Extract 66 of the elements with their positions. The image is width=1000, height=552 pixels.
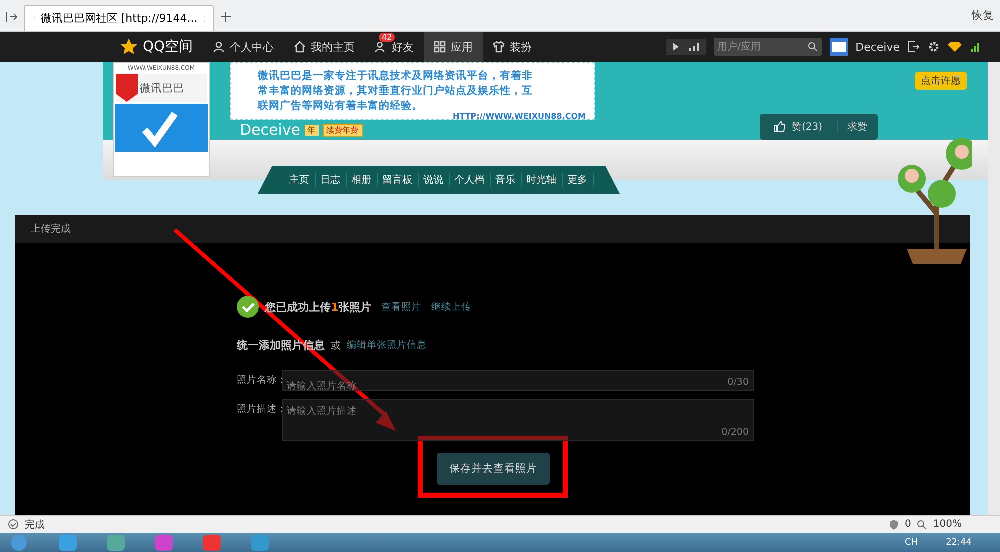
site-nav-link[interactable]: 时光轴: [522, 173, 562, 187]
nav-tab[interactable]: 我的主页: [284, 32, 366, 62]
dialog-title: 上传完成: [31, 222, 71, 236]
diamond-icon[interactable]: [948, 41, 962, 53]
action-link[interactable]: 继续上传: [432, 300, 472, 314]
nav-tab[interactable]: 装扮: [483, 32, 542, 62]
owner-name: Deceive: [240, 121, 301, 139]
site-nav-link[interactable]: 个人档: [450, 173, 490, 187]
signal-icon: [970, 42, 980, 52]
avatar-icon[interactable]: [830, 38, 848, 56]
intro-text: 微讯巴巴是一家专注于讯息技术及网络资讯平台，有着非常丰富的网络资源，其对垂直行业门户站点及娱乐性，互联网广告等网站有着丰富的经验。: [258, 69, 534, 113]
logout-icon[interactable]: [908, 41, 920, 53]
back-icon[interactable]: [6, 11, 18, 23]
nav-tab[interactable]: 应用: [424, 32, 484, 62]
shield-icon: [889, 520, 900, 530]
home-icon: [294, 41, 306, 53]
people-icon: [375, 41, 388, 53]
zoom-icon: [917, 520, 928, 530]
qzone-logo[interactable]: QQ空间: [110, 32, 204, 62]
settings-icon[interactable]: [928, 41, 940, 53]
zoom-level[interactable]: 100%: [933, 519, 962, 530]
save-button[interactable]: 保存并去查看照片: [437, 453, 550, 485]
person-icon: [213, 41, 226, 53]
input-language: CH: [905, 538, 918, 548]
char-counter: 0/30: [728, 377, 749, 388]
section-heading: 统一添加照片信息: [237, 338, 325, 353]
nav-tab[interactable]: 42 好友: [365, 32, 424, 62]
success-message: 您已成功上传1张照片: [265, 300, 372, 314]
search-icon: [808, 42, 818, 52]
char-counter: 0/200: [722, 427, 749, 438]
site-nav-link[interactable]: 相册: [346, 173, 378, 187]
shield-icon: [116, 74, 138, 102]
grid-icon: [434, 41, 446, 53]
site-nav-link[interactable]: 留言板: [378, 173, 418, 187]
browser-tab[interactable]: 微讯巴巴网社区 [http://9144...: [24, 5, 214, 31]
count-badge: 42: [379, 33, 396, 42]
new-tab-icon[interactable]: [220, 11, 232, 23]
description-field[interactable]: 请输入照片描述 0/200: [282, 399, 754, 441]
edit-link[interactable]: 编辑单张照片信息: [347, 339, 427, 352]
site-nav-link[interactable]: 主页: [284, 173, 316, 187]
site-nav-link[interactable]: 音乐: [490, 173, 522, 187]
done-icon: [8, 519, 19, 530]
logo-name: 微讯巴巴: [140, 80, 184, 96]
ask-like-button[interactable]: 求赞: [836, 120, 878, 134]
status-text: 完成: [25, 518, 45, 532]
success-icon: [237, 296, 259, 318]
user-name[interactable]: Deceive: [856, 40, 900, 54]
or-text: 或: [331, 340, 341, 352]
blocked-count: 0: [905, 519, 912, 530]
restore-button[interactable]: 恢复: [972, 8, 994, 23]
wish-label[interactable]: 点击许愿: [915, 72, 967, 90]
thumbs-up-icon: [774, 121, 786, 133]
site-nav-link[interactable]: 日志: [316, 173, 346, 187]
website-url: HTTP://WWW.WEIXUN88.COM: [453, 112, 586, 121]
renew-badge[interactable]: 续费年费: [322, 124, 363, 136]
tab-title: 微讯巴巴网社区 [http://9144...: [40, 11, 198, 26]
start-icon[interactable]: [8, 534, 30, 552]
nav-tab[interactable]: 个人中心: [203, 32, 284, 62]
site-nav-link[interactable]: 更多: [562, 173, 594, 187]
like-button[interactable]: 赞(23): [760, 120, 837, 134]
action-link[interactable]: 查看照片: [382, 300, 422, 314]
shirt-icon: [493, 41, 506, 53]
music-player-icon[interactable]: [666, 39, 706, 55]
site-nav-link[interactable]: 说说: [418, 173, 450, 187]
description-input[interactable]: 请输入照片描述: [285, 403, 751, 418]
clock: 22:44: [946, 538, 972, 548]
